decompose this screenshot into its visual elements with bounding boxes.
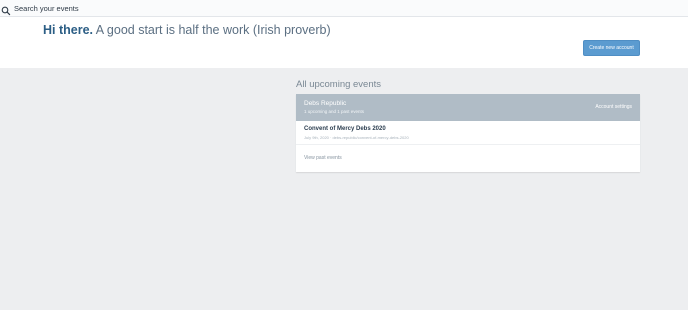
search-icon[interactable] bbox=[1, 3, 11, 16]
events-heading: All upcoming events bbox=[296, 79, 382, 90]
account-settings-link[interactable]: Account settings bbox=[595, 104, 632, 110]
create-account-button[interactable]: Create new account bbox=[583, 40, 640, 56]
organization-summary: 1 upcoming and 1 past events bbox=[304, 109, 365, 114]
organization-header: Debs Republic 1 upcoming and 1 past even… bbox=[296, 94, 640, 121]
view-past-events-link[interactable]: View past events bbox=[304, 155, 342, 161]
organization-name[interactable]: Debs Republic bbox=[304, 100, 346, 107]
greeting-proverb: A good start is half the work (Irish pro… bbox=[93, 23, 331, 37]
hero-banner: Hi there. A good start is half the work … bbox=[0, 17, 688, 68]
event-meta: July 9th, 2020 · debs-republic/convent-o… bbox=[304, 135, 409, 140]
greeting-bold: Hi there. bbox=[43, 23, 94, 37]
event-list-item[interactable]: Convent of Mercy Debs 2020 July 9th, 202… bbox=[296, 121, 640, 145]
search-input[interactable] bbox=[14, 1, 314, 15]
event-title[interactable]: Convent of Mercy Debs 2020 bbox=[304, 126, 386, 132]
events-card: Debs Republic 1 upcoming and 1 past even… bbox=[296, 94, 640, 172]
search-bar bbox=[0, 0, 688, 17]
greeting: Hi there. A good start is half the work … bbox=[43, 23, 331, 37]
